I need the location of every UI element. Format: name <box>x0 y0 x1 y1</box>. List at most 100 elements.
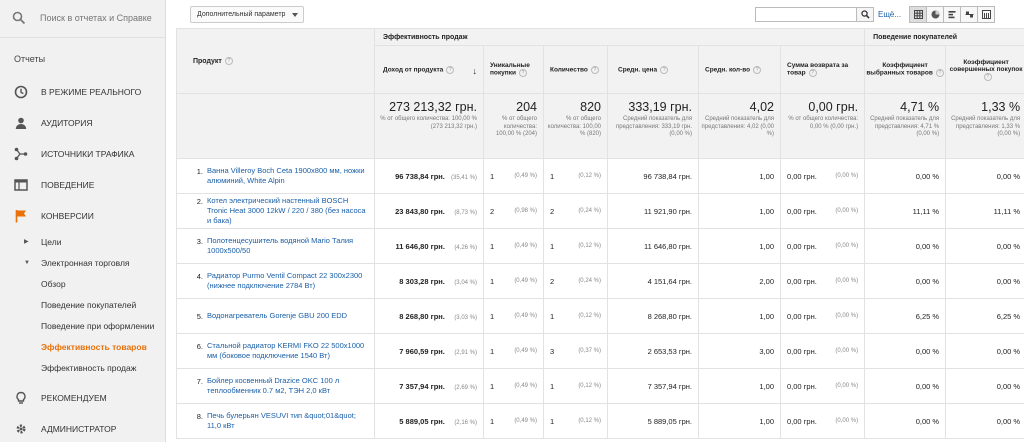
sidebar-item-behavior[interactable]: ПОВЕДЕНИЕ <box>0 169 165 200</box>
grid-icon <box>913 10 923 19</box>
sidebar-leaf-sales-performance[interactable]: Эффективность продаж <box>0 357 165 378</box>
quantity-cell: 2 (0,24 %) <box>543 263 608 299</box>
unique-percent: (0,49 %) <box>514 383 537 389</box>
column-header-product[interactable]: Продукт? <box>176 28 375 94</box>
sidebar-item-label: ИСТОЧНИКИ ТРАФИКА <box>41 148 135 159</box>
avg-price-cell: 2 653,53 грн. <box>607 333 699 369</box>
buy-ratio-cell: 11,11 % <box>945 193 1024 229</box>
pivot-view-button[interactable] <box>977 6 995 23</box>
product-link[interactable]: Радиатор Purmo Ventil Compact 22 300x230… <box>203 271 367 291</box>
revenue-cell: 7 960,59 грн. (2,91 %) <box>374 333 484 369</box>
sidebar-sub-label: Электронная торговля <box>41 257 130 268</box>
help-icon[interactable]: ? <box>753 65 762 74</box>
refund-percent: (0,00 %) <box>835 243 859 249</box>
help-icon[interactable]: ? <box>983 72 992 81</box>
sidebar-item-recommended[interactable]: РЕКОМЕНДУЕМ <box>0 382 165 413</box>
sidebar-sub-goals[interactable]: ▶ Цели <box>0 231 165 252</box>
pie-view-button[interactable] <box>926 6 944 23</box>
product-link[interactable]: Котел электрический настенный BOSCH Tron… <box>203 196 367 226</box>
quantity-percent: (0,12 %) <box>578 243 601 249</box>
advanced-link[interactable]: Ещё... <box>878 10 901 19</box>
quantity-percent: (0,12 %) <box>578 313 601 319</box>
refund-percent: (0,00 %) <box>835 173 859 179</box>
report-toolbar: Дополнительный параметр Ещё... <box>166 0 1024 28</box>
sidebar-item-conversions[interactable]: КОНВЕРСИИ <box>0 200 165 231</box>
product-link[interactable]: Бойлер косвенный Drazice OKC 100 л тепло… <box>203 376 367 396</box>
sidebar-sub-ecommerce[interactable]: ▼ Электронная торговля <box>0 252 165 273</box>
avg-price-cell: 4 151,64 грн. <box>607 263 699 299</box>
column-header-quantity[interactable]: Количество? <box>543 45 608 94</box>
column-header-avg-qty[interactable]: Средн. кол-во? <box>698 45 781 94</box>
sidebar-item-audience[interactable]: АУДИТОРИЯ <box>0 107 165 138</box>
comparison-view-button[interactable] <box>960 6 978 23</box>
unique-cell: 1 (0,49 %) <box>483 368 544 404</box>
unique-percent: (0,49 %) <box>514 173 537 179</box>
cart-ratio-cell: 0,00 % <box>864 263 947 299</box>
column-header-revenue[interactable]: Доход от продукта? ↓ <box>374 45 484 94</box>
sidebar-leaf-shopping-behavior[interactable]: Поведение покупателей <box>0 294 165 315</box>
avg-price-cell: 96 738,84 грн. <box>607 158 699 194</box>
quantity-value: 1 <box>550 171 555 181</box>
sidebar-leaf-checkout-behavior[interactable]: Поведение при оформлении <box>0 315 165 336</box>
unique-cell: 1 (0,49 %) <box>483 228 544 264</box>
help-icon[interactable]: ? <box>935 69 944 77</box>
search-icon[interactable] <box>12 11 26 25</box>
help-icon[interactable]: ? <box>808 69 817 77</box>
help-icon[interactable]: ? <box>660 65 669 74</box>
quantity-percent: (0,12 %) <box>578 173 601 179</box>
table-search-button[interactable] <box>857 7 874 22</box>
fork-icon <box>13 146 28 161</box>
quantity-cell: 1 (0,12 %) <box>543 298 608 334</box>
refund-percent: (0,00 %) <box>835 313 859 319</box>
cart-ratio-cell: 6,25 % <box>864 298 947 334</box>
product-link[interactable]: Полотенцесушитель водяной Mario Талия 10… <box>203 236 367 256</box>
product-link[interactable]: Ванна Villeroy Boch Ceta 1900x800 мм, но… <box>203 166 367 186</box>
pie-icon <box>931 10 939 19</box>
secondary-dimension-dropdown[interactable]: Дополнительный параметр <box>190 6 304 23</box>
quantity-cell: 1 (0,12 %) <box>543 403 608 439</box>
revenue-percent: (3,04 %) <box>454 279 477 286</box>
help-icon[interactable]: ? <box>224 57 233 65</box>
refund-cell: 0,00 грн. (0,00 %) <box>779 193 866 229</box>
row-number: 2. <box>196 197 203 206</box>
unique-value: 1 <box>490 171 495 181</box>
window-icon <box>13 177 28 192</box>
help-icon[interactable]: ? <box>590 65 599 74</box>
sidebar-leaf-product-performance[interactable]: Эффективность товаров <box>0 336 165 357</box>
help-icon[interactable]: ? <box>518 69 527 77</box>
column-header-avg-price[interactable]: Средн. цена? <box>607 45 699 94</box>
sidebar-item-traffic[interactable]: ИСТОЧНИКИ ТРАФИКА <box>0 138 165 169</box>
bar-view-button[interactable] <box>943 6 961 23</box>
revenue-value: 11 646,80 грн. <box>395 241 445 251</box>
refund-value: 0,00 грн. <box>787 241 817 251</box>
unique-value: 1 <box>490 416 495 426</box>
sidebar-leaf-overview[interactable]: Обзор <box>0 273 165 294</box>
product-link[interactable]: Стальной радиатор KERMI FKO 22 500x1000 … <box>203 341 367 361</box>
product-link[interactable]: Печь булерьян VESUVI тип &quot;01&quot; … <box>203 411 367 431</box>
revenue-percent: (8,73 %) <box>454 209 477 216</box>
sort-desc-icon[interactable]: ↓ <box>473 66 478 76</box>
quantity-value: 2 <box>550 276 555 286</box>
revenue-cell: 8 303,28 грн. (3,04 %) <box>374 263 484 299</box>
totals-row: 273 213,32 грн.% от общего количества: 1… <box>176 93 1024 159</box>
cart-ratio-cell: 0,00 % <box>864 368 947 404</box>
total-refund: 0,00 грн.% от общего количества: 0,00 % … <box>779 93 866 159</box>
table-search-input[interactable] <box>755 7 857 22</box>
sidebar-item-admin[interactable]: АДМИНИСТРАТОР <box>0 413 165 442</box>
column-header-cart-ratio[interactable]: Коэффициент выбранных товаров? <box>864 45 947 94</box>
cart-ratio-cell: 0,00 % <box>864 333 947 369</box>
column-header-buy-ratio[interactable]: Коэффициент совершенных покупок? <box>945 45 1024 94</box>
unique-cell: 1 (0,49 %) <box>483 298 544 334</box>
table-view-button[interactable] <box>909 6 927 23</box>
help-icon[interactable]: ? <box>446 65 455 74</box>
column-header-refund[interactable]: Сумма возврата за товар? <box>779 45 866 94</box>
unique-cell: 1 (0,49 %) <box>483 403 544 439</box>
sidebar-item-label: АДМИНИСТРАТОР <box>41 423 117 434</box>
column-header-unique-purchases[interactable]: Уникальные покупки? <box>483 45 544 94</box>
quantity-value: 2 <box>550 206 555 216</box>
quantity-cell: 2 (0,24 %) <box>543 193 608 229</box>
sidebar-item-realtime[interactable]: В РЕЖИМЕ РЕАЛЬНОГО <box>0 76 165 107</box>
revenue-percent: (35,41 %) <box>450 174 477 181</box>
product-link[interactable]: Водонагреватель Gorenje GBU 200 EDD <box>203 311 367 321</box>
search-input[interactable] <box>40 8 164 28</box>
